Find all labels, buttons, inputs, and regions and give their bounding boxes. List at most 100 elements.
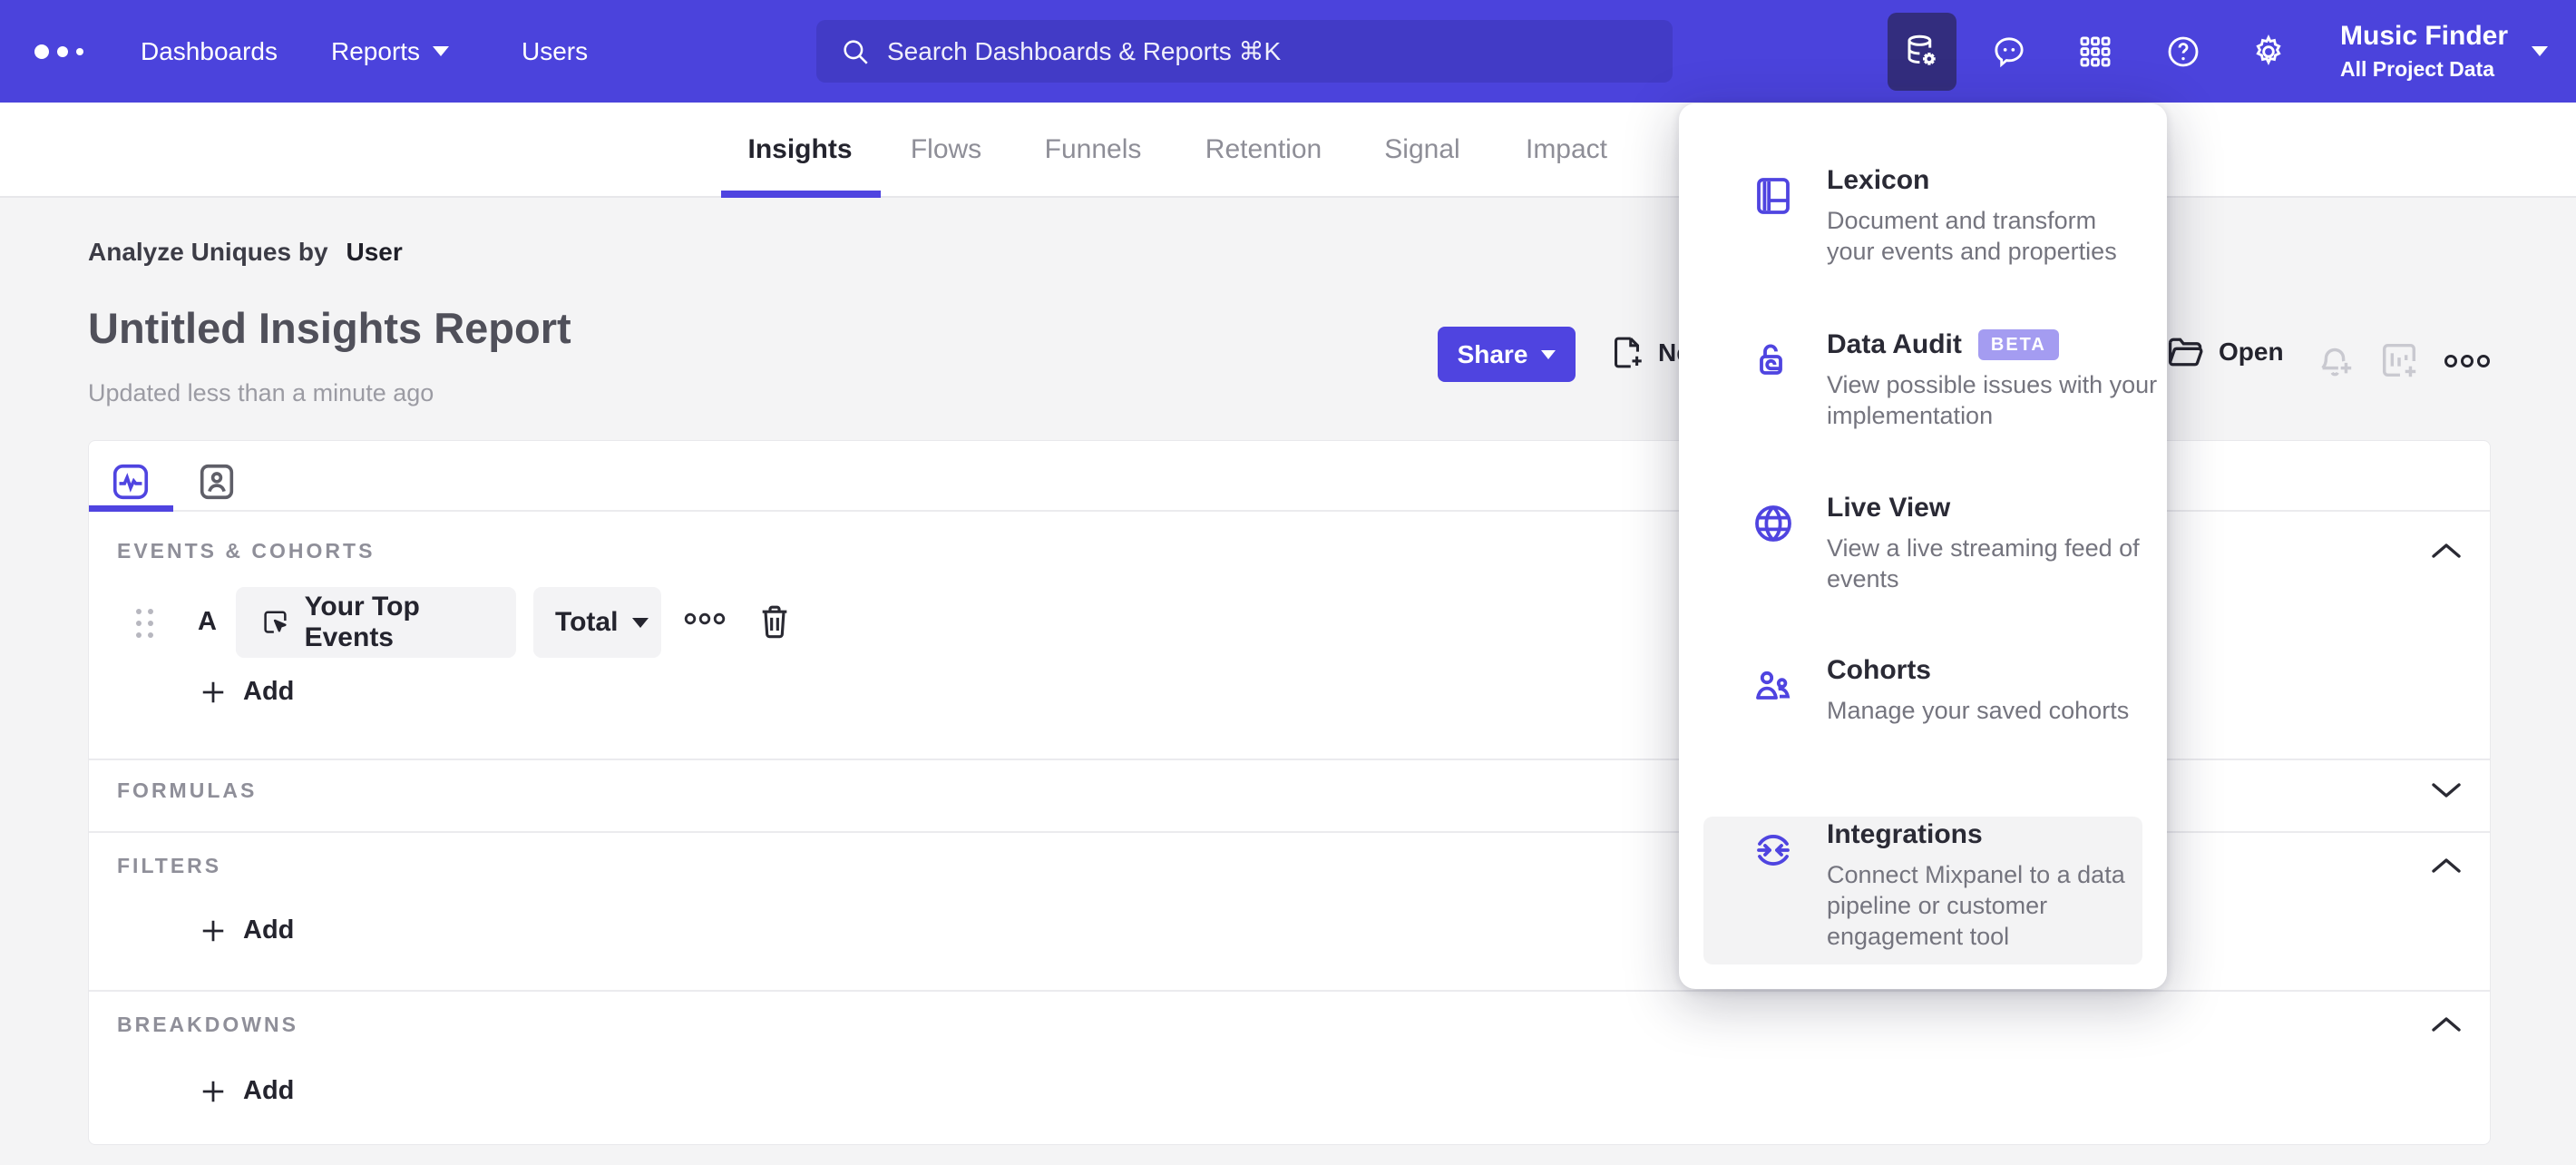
tab-insights[interactable]: Insights: [747, 103, 852, 198]
share-label: Share: [1457, 339, 1528, 368]
report-tabbar: Insights Flows Funnels Retention Signal …: [0, 103, 2576, 198]
analyze-value-selector[interactable]: User: [346, 238, 403, 267]
add-breakdown-button[interactable]: Add: [200, 1076, 294, 1106]
menu-item-title: Cohorts: [1827, 655, 1931, 685]
menu-item-title: Live View: [1827, 493, 1951, 523]
add-label: Add: [243, 1076, 295, 1105]
expand-formulas-chevron-down-icon[interactable]: [2429, 778, 2464, 802]
chevron-down-icon: [2532, 46, 2549, 56]
analyze-by-row: Analyze Uniques by User: [88, 238, 403, 267]
mixpanel-app: Dashboards Reports Users Search Dashboar…: [0, 0, 2576, 1165]
collapse-events-chevron-up-icon[interactable]: [2429, 539, 2464, 563]
document-plus-icon: [1615, 337, 1642, 368]
menu-item-title: Integrations: [1827, 819, 1983, 849]
menu-item-title: Lexicon: [1827, 165, 1930, 195]
section-label-events: EVENTS & COHORTS: [117, 539, 376, 563]
chart-pulse-icon: [112, 464, 149, 500]
tab-retention[interactable]: Retention: [1205, 103, 1322, 198]
open-label: Open: [2219, 338, 2284, 366]
menu-item-desc: Manage your saved cohorts: [1827, 697, 2130, 724]
collapse-filters-chevron-up-icon[interactable]: [2429, 854, 2464, 877]
add-label: Add: [243, 677, 295, 706]
mixpanel-logo[interactable]: [34, 0, 83, 103]
active-tab-underline: [721, 191, 881, 198]
cohorts-people-icon: [1756, 671, 1791, 700]
section-label-formulas: FORMULAS: [117, 778, 258, 802]
drag-handle[interactable]: [136, 609, 153, 638]
report-updated-text: Updated less than a minute ago: [88, 379, 434, 406]
project-scope: All Project Data: [2340, 57, 2494, 81]
search-icon: [844, 39, 868, 64]
divider: [89, 990, 2490, 992]
collapse-breakdowns-chevron-up-icon[interactable]: [2429, 1013, 2464, 1036]
tab-flows[interactable]: Flows: [911, 103, 981, 198]
tab-user-profiles[interactable]: [196, 461, 238, 503]
event-selector-chip[interactable]: Your Top Events: [236, 587, 516, 658]
integrations-sync-icon: [1757, 835, 1790, 866]
add-event-button[interactable]: Add: [200, 677, 294, 707]
nav-item-label: Reports: [331, 36, 421, 65]
data-management-button[interactable]: [1888, 0, 1956, 103]
tab-metrics-builder[interactable]: [110, 461, 151, 503]
logo-dot-large: [34, 44, 49, 59]
event-name: Your Top Events: [304, 592, 420, 652]
chevron-down-icon: [632, 617, 649, 628]
metric-name: Total: [555, 607, 619, 637]
grid-icon: [2080, 36, 2111, 66]
report-title[interactable]: Untitled Insights Report: [88, 303, 571, 353]
section-label-filters: FILTERS: [117, 854, 222, 877]
analyze-prefix-label: Analyze Uniques by: [88, 238, 328, 266]
share-button[interactable]: Share: [1438, 327, 1576, 382]
alert-add-button[interactable]: [2314, 339, 2356, 381]
builder-active-tab-underline: [89, 505, 173, 512]
plus-icon: [202, 681, 224, 702]
feedback-button[interactable]: [1975, 0, 2044, 103]
tab-funnels[interactable]: Funnels: [1045, 103, 1142, 198]
active-tile: [1888, 12, 1956, 91]
search-input[interactable]: [887, 36, 1649, 66]
help-button[interactable]: [2149, 0, 2218, 103]
more-actions-button[interactable]: [2444, 352, 2491, 370]
chevron-down-icon: [1541, 349, 1556, 359]
ellipsis-icon: [684, 612, 726, 625]
plus-icon: [202, 1081, 224, 1101]
project-selector[interactable]: Music Finder All Project Data: [2340, 0, 2549, 103]
add-filter-button[interactable]: Add: [200, 915, 294, 945]
database-gear-icon: [1908, 34, 1936, 65]
top-nav-bar: Dashboards Reports Users Search Dashboar…: [0, 0, 2576, 103]
data-audit-lock-icon: [1760, 344, 1782, 375]
plus-icon: [202, 920, 224, 941]
beta-badge: BETA: [1977, 329, 2059, 360]
person-card-icon: [200, 464, 234, 500]
metric-selector-chip[interactable]: Total: [533, 587, 661, 658]
lexicon-book-icon: [1757, 178, 1790, 214]
global-search[interactable]: [816, 20, 1673, 83]
tab-signal[interactable]: Signal: [1384, 103, 1459, 198]
delete-event-button[interactable]: [756, 602, 793, 641]
data-management-dropdown: Lexicon Document and transform your even…: [1679, 103, 2167, 989]
select-event-icon: [264, 611, 287, 633]
nav-item-dashboards[interactable]: Dashboards: [141, 0, 278, 103]
chart-plus-icon: [2382, 343, 2416, 377]
nav-item-users[interactable]: Users: [522, 0, 588, 103]
tab-impact[interactable]: Impact: [1526, 103, 1607, 198]
menu-item-desc: Connect Mixpanel to a data pipeline or c…: [1827, 861, 2125, 950]
live-view-globe-icon: [1755, 505, 1791, 542]
event-row-letter: A: [198, 607, 217, 636]
logo-dot-small: [76, 47, 83, 55]
event-row-more-button[interactable]: [684, 611, 726, 627]
chevron-down-icon: [433, 46, 450, 56]
settings-button[interactable]: [2234, 0, 2303, 103]
logo-dot-medium: [57, 45, 68, 57]
nav-item-reports[interactable]: Reports: [331, 0, 450, 103]
menu-item-title: Data Audit: [1827, 329, 1962, 359]
add-label: Add: [243, 915, 295, 945]
trash-icon: [762, 605, 787, 639]
feedback-bubble-icon: [1995, 36, 2024, 67]
ellipsis-icon: [2444, 355, 2490, 367]
apps-grid-button[interactable]: [2061, 0, 2130, 103]
nav-item-label: Dashboards: [141, 36, 278, 65]
add-to-dashboard-button[interactable]: [2378, 339, 2420, 381]
nav-item-label: Users: [522, 36, 589, 65]
gear-icon: [2256, 34, 2281, 65]
